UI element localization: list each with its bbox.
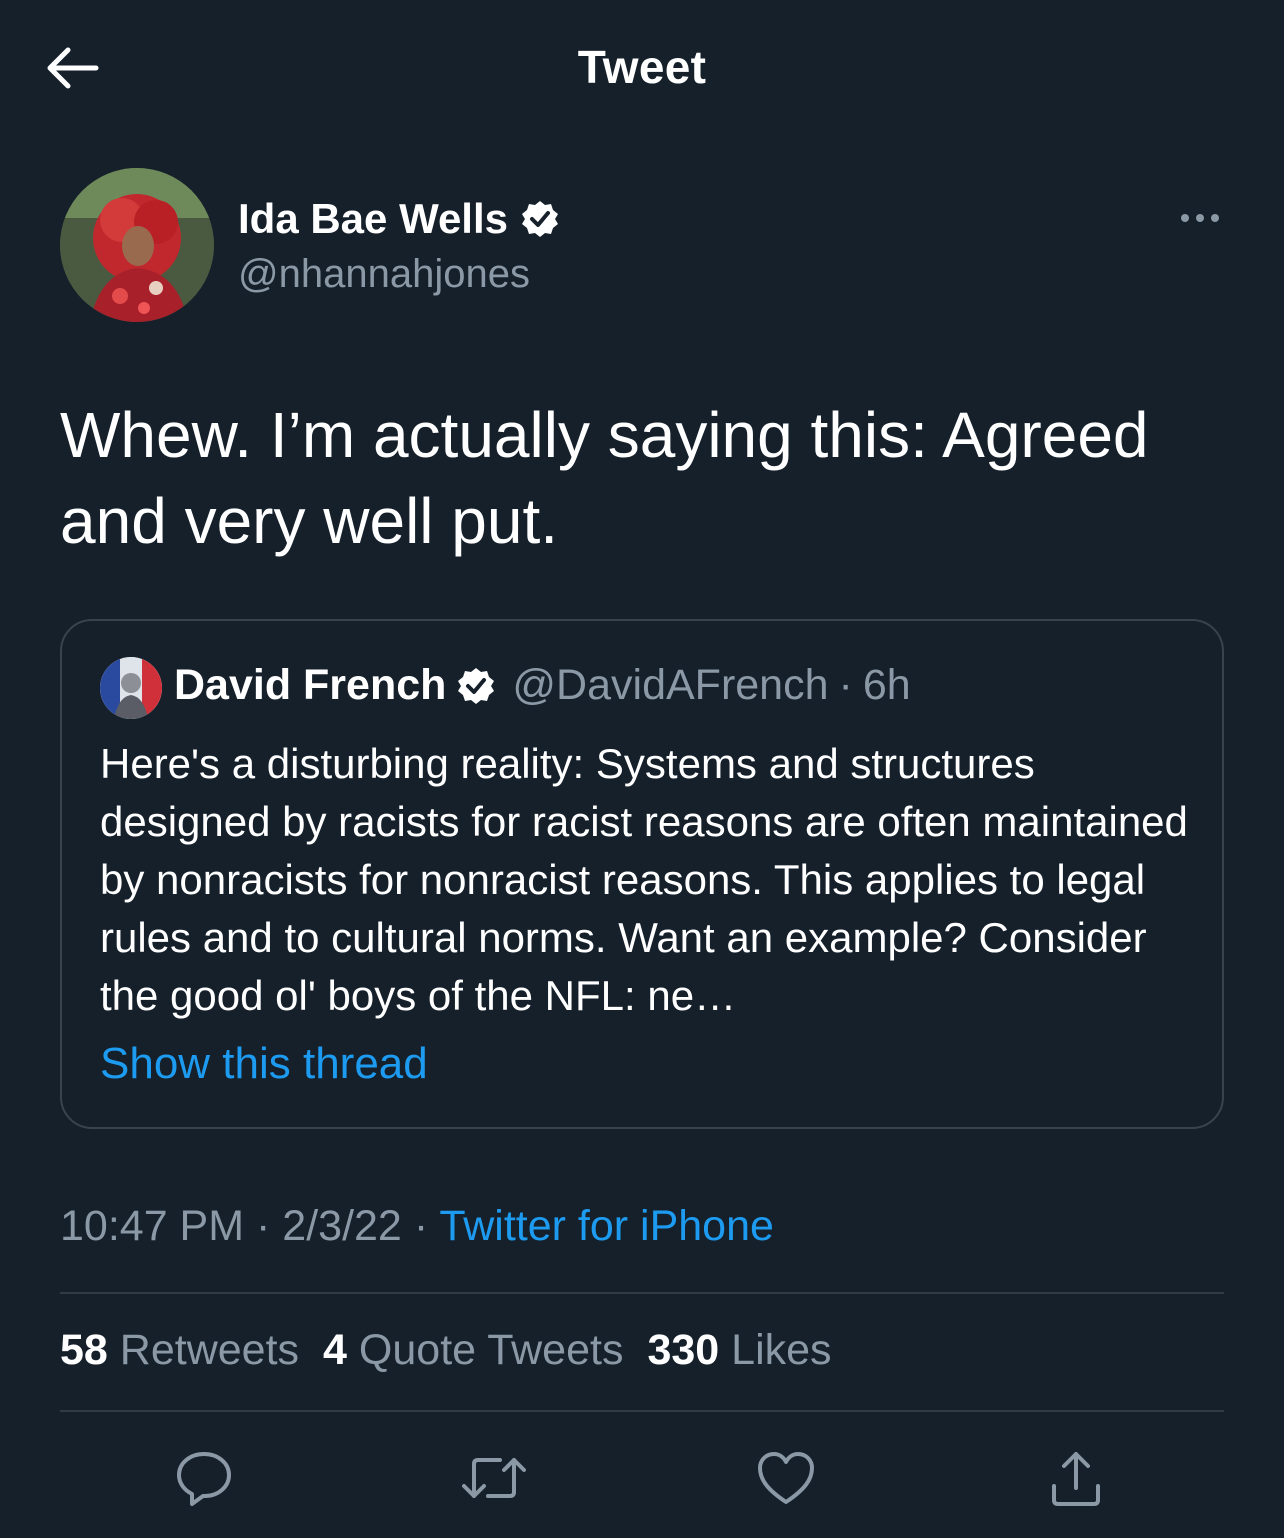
engagement-stats: 58 Retweets 4 Quote Tweets 330 Likes — [60, 1326, 832, 1375]
retweets-stat[interactable]: 58 Retweets — [60, 1326, 299, 1375]
timestamp-separator: · — [413, 1202, 429, 1250]
quoted-profile-photo — [100, 657, 162, 719]
retweet-icon — [462, 1458, 526, 1498]
avatar[interactable] — [60, 168, 214, 322]
quoted-tweet-header: David French @DavidAFrench · 6h — [174, 661, 911, 710]
tweet-detail-screen: Tweet Ida Bae Wells @nhannahjones Whew. … — [0, 0, 1284, 1538]
like-icon — [758, 1452, 814, 1504]
like-button[interactable] — [748, 1440, 824, 1516]
retweets-count: 58 — [60, 1326, 108, 1374]
verified-badge-icon — [522, 201, 559, 237]
divider — [60, 1292, 1224, 1294]
quoted-tweet-text: Here's a disturbing reality: Systems and… — [100, 740, 1188, 1019]
likes-stat[interactable]: 330 Likes — [647, 1326, 831, 1375]
quote-tweets-stat[interactable]: 4 Quote Tweets — [323, 1326, 623, 1375]
more-dot-icon — [1211, 214, 1219, 222]
quoted-author-name: David French — [174, 661, 447, 709]
reply-icon — [177, 1452, 231, 1506]
profile-photo — [60, 168, 214, 322]
tweet-date: 2/3/22 — [282, 1202, 402, 1250]
timestamp-separator: · — [256, 1202, 271, 1250]
quoted-author-handle: @DavidAFrench — [512, 661, 829, 709]
more-options-button[interactable] — [1170, 200, 1230, 236]
retweets-label: Retweets — [119, 1326, 300, 1374]
share-icon — [1052, 1452, 1100, 1506]
quoted-tweet-card[interactable]: David French @DavidAFrench · 6h Here's a… — [60, 619, 1224, 1129]
tweet-time: 10:47 PM — [60, 1202, 245, 1250]
more-dot-icon — [1196, 214, 1204, 222]
tweet-text: Whew. I’m actually saying this: Agreed a… — [60, 399, 1149, 557]
tweet-timestamp: 10:47 PM · 2/3/22 · Twitter for iPhone — [60, 1202, 774, 1251]
quote-tweets-count: 4 — [323, 1326, 347, 1374]
likes-count: 330 — [647, 1326, 720, 1374]
quote-tweets-label: Quote Tweets — [358, 1326, 624, 1374]
likes-label: Likes — [731, 1326, 832, 1374]
quoted-time: 6h — [862, 661, 911, 709]
more-dot-icon — [1181, 214, 1189, 222]
verified-badge-icon — [458, 667, 495, 704]
page-title: Tweet — [577, 41, 707, 93]
divider — [60, 1410, 1224, 1412]
quoted-avatar — [100, 657, 162, 719]
share-button[interactable] — [1038, 1440, 1114, 1516]
quoted-time-separator: · — [838, 661, 853, 709]
reply-button[interactable] — [166, 1440, 242, 1516]
author-name[interactable]: Ida Bae Wells — [238, 195, 560, 243]
tweet-source-link[interactable]: Twitter for iPhone — [439, 1202, 774, 1250]
author-name-text: Ida Bae Wells — [238, 195, 509, 242]
retweet-button[interactable] — [456, 1440, 532, 1516]
show-thread-link[interactable]: Show this thread — [100, 1039, 428, 1089]
author-handle[interactable]: @nhannahjones — [238, 252, 530, 297]
top-bar: Tweet — [0, 0, 1284, 135]
